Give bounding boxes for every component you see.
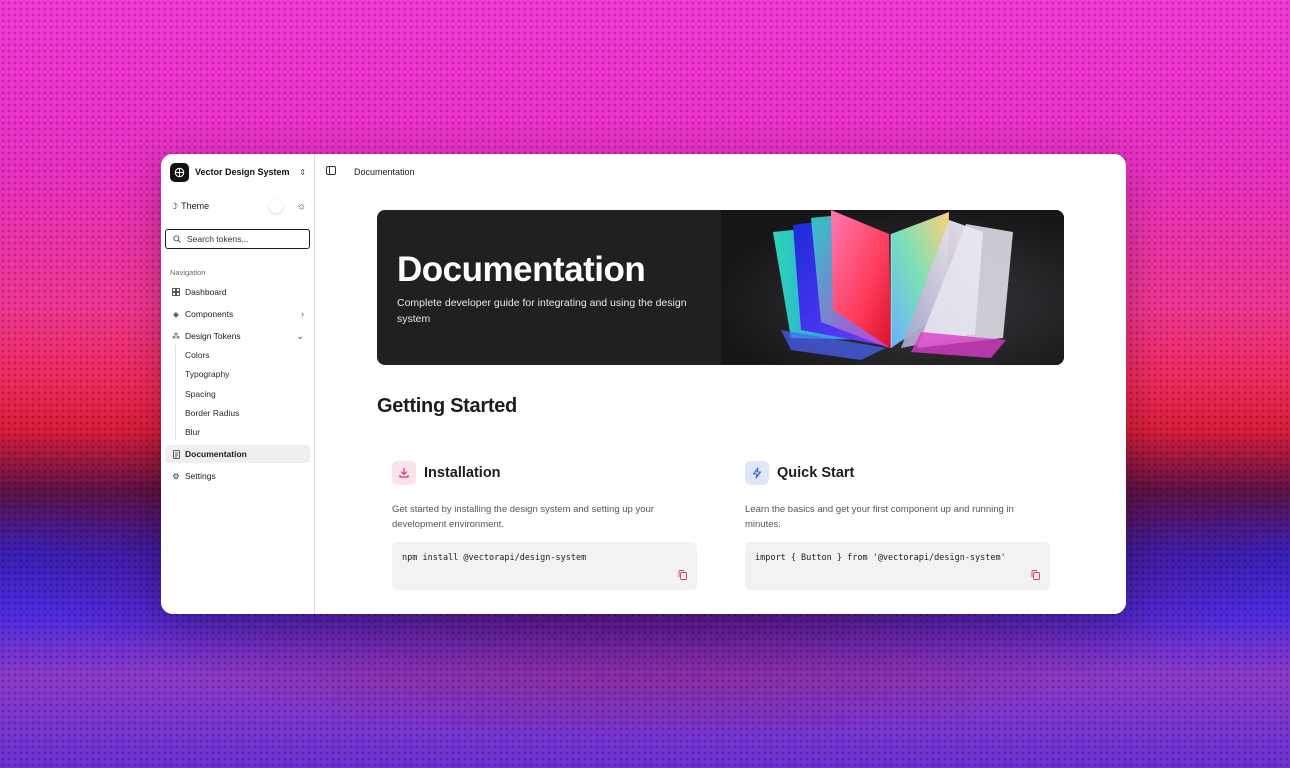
hero-subtitle: Complete developer guide for integrating… [397,297,687,325]
hero-text: Documentation Complete developer guide f… [377,210,721,365]
code-snippet: npm install @vectorapi/design-system [402,553,587,563]
card-header: Quick Start [745,460,1050,486]
search-icon [173,235,181,243]
chevron-down-icon: ⌄ [296,330,304,341]
subnav-guide-line [175,345,176,440]
sidebar-subitem-colors[interactable]: Colors [185,349,210,361]
code-block: npm install @vectorapi/design-system [392,542,697,590]
search-input[interactable] [187,234,297,244]
workspace-switcher[interactable]: Vector Design System ⇕ [170,162,306,182]
hero-banner: Documentation Complete developer guide f… [377,210,1064,365]
diamond-icon: ◈ [172,309,180,319]
sidebar-subitem-spacing[interactable]: Spacing [185,388,216,400]
card-title: Quick Start [777,465,855,481]
book-artwork [773,210,1013,360]
section-title: Getting Started [377,395,517,417]
copy-icon[interactable] [678,570,687,580]
sidebar-item-label: Design Tokens [185,331,241,341]
breadcrumb: Documentation [354,167,415,177]
download-icon [392,461,416,485]
grid-icon [171,288,181,296]
main-content: Documentation Documentation Complete dev… [315,154,1126,614]
code-block: import { Button } from '@vectorapi/desig… [745,542,1050,590]
sidebar-item-label: Documentation [185,449,247,459]
sidebar-subitem-blur[interactable]: Blur [185,426,200,438]
sidebar-item-documentation[interactable]: Documentation [165,445,310,463]
gear-icon: ⚙ [172,471,180,481]
sidebar-toggle-icon[interactable] [326,166,336,175]
moon-icon: ☽ [170,200,179,211]
chevron-updown-icon: ⇕ [299,167,306,177]
hero-title: Documentation [397,250,646,289]
nav-heading: Navigation [170,268,206,277]
hero-book-illustration [721,210,1064,365]
theme-label: Theme [181,201,210,211]
code-snippet: import { Button } from '@vectorapi/desig… [755,553,1006,563]
card-header: Installation [392,460,697,486]
copy-icon[interactable] [1031,570,1040,580]
app-window: Vector Design System ⇕ ☽ Theme ☼ Navigat… [161,154,1126,614]
workspace-name: Vector Design System [195,167,290,177]
sidebar-item-design-tokens[interactable]: ⁂ Design Tokens ⌄ [165,327,310,345]
installation-card: Installation Get started by installing t… [392,460,697,590]
sidebar-item-label: Dashboard [185,287,227,297]
card-description: Learn the basics and get your first comp… [745,504,1014,530]
search-box [165,229,310,249]
quick-start-card: Quick Start Learn the basics and get you… [745,460,1050,590]
lightning-icon [745,461,769,485]
sun-icon[interactable]: ☼ [297,201,306,212]
sidebar-subitem-typography[interactable]: Typography [185,368,229,380]
sidebar: Vector Design System ⇕ ☽ Theme ☼ Navigat… [161,154,315,614]
theme-row: ☽ Theme ☼ [170,199,306,213]
theme-toggle[interactable] [268,199,283,213]
sidebar-item-label: Settings [185,471,216,481]
document-icon [171,449,181,459]
sidebar-subitem-border-radius[interactable]: Border Radius [185,407,239,419]
card-title: Installation [424,465,501,481]
sidebar-item-components[interactable]: ◈ Components › [165,305,310,323]
chevron-right-icon: › [301,309,304,319]
sidebar-item-settings[interactable]: ⚙ Settings [165,467,310,485]
tokens-icon: ⁂ [172,331,180,341]
card-description: Get started by installing the design sys… [392,504,654,530]
topbar: Documentation [315,154,1126,190]
workspace-logo-icon [170,162,189,182]
sidebar-item-dashboard[interactable]: Dashboard [165,283,310,301]
sidebar-item-label: Components [185,309,234,319]
